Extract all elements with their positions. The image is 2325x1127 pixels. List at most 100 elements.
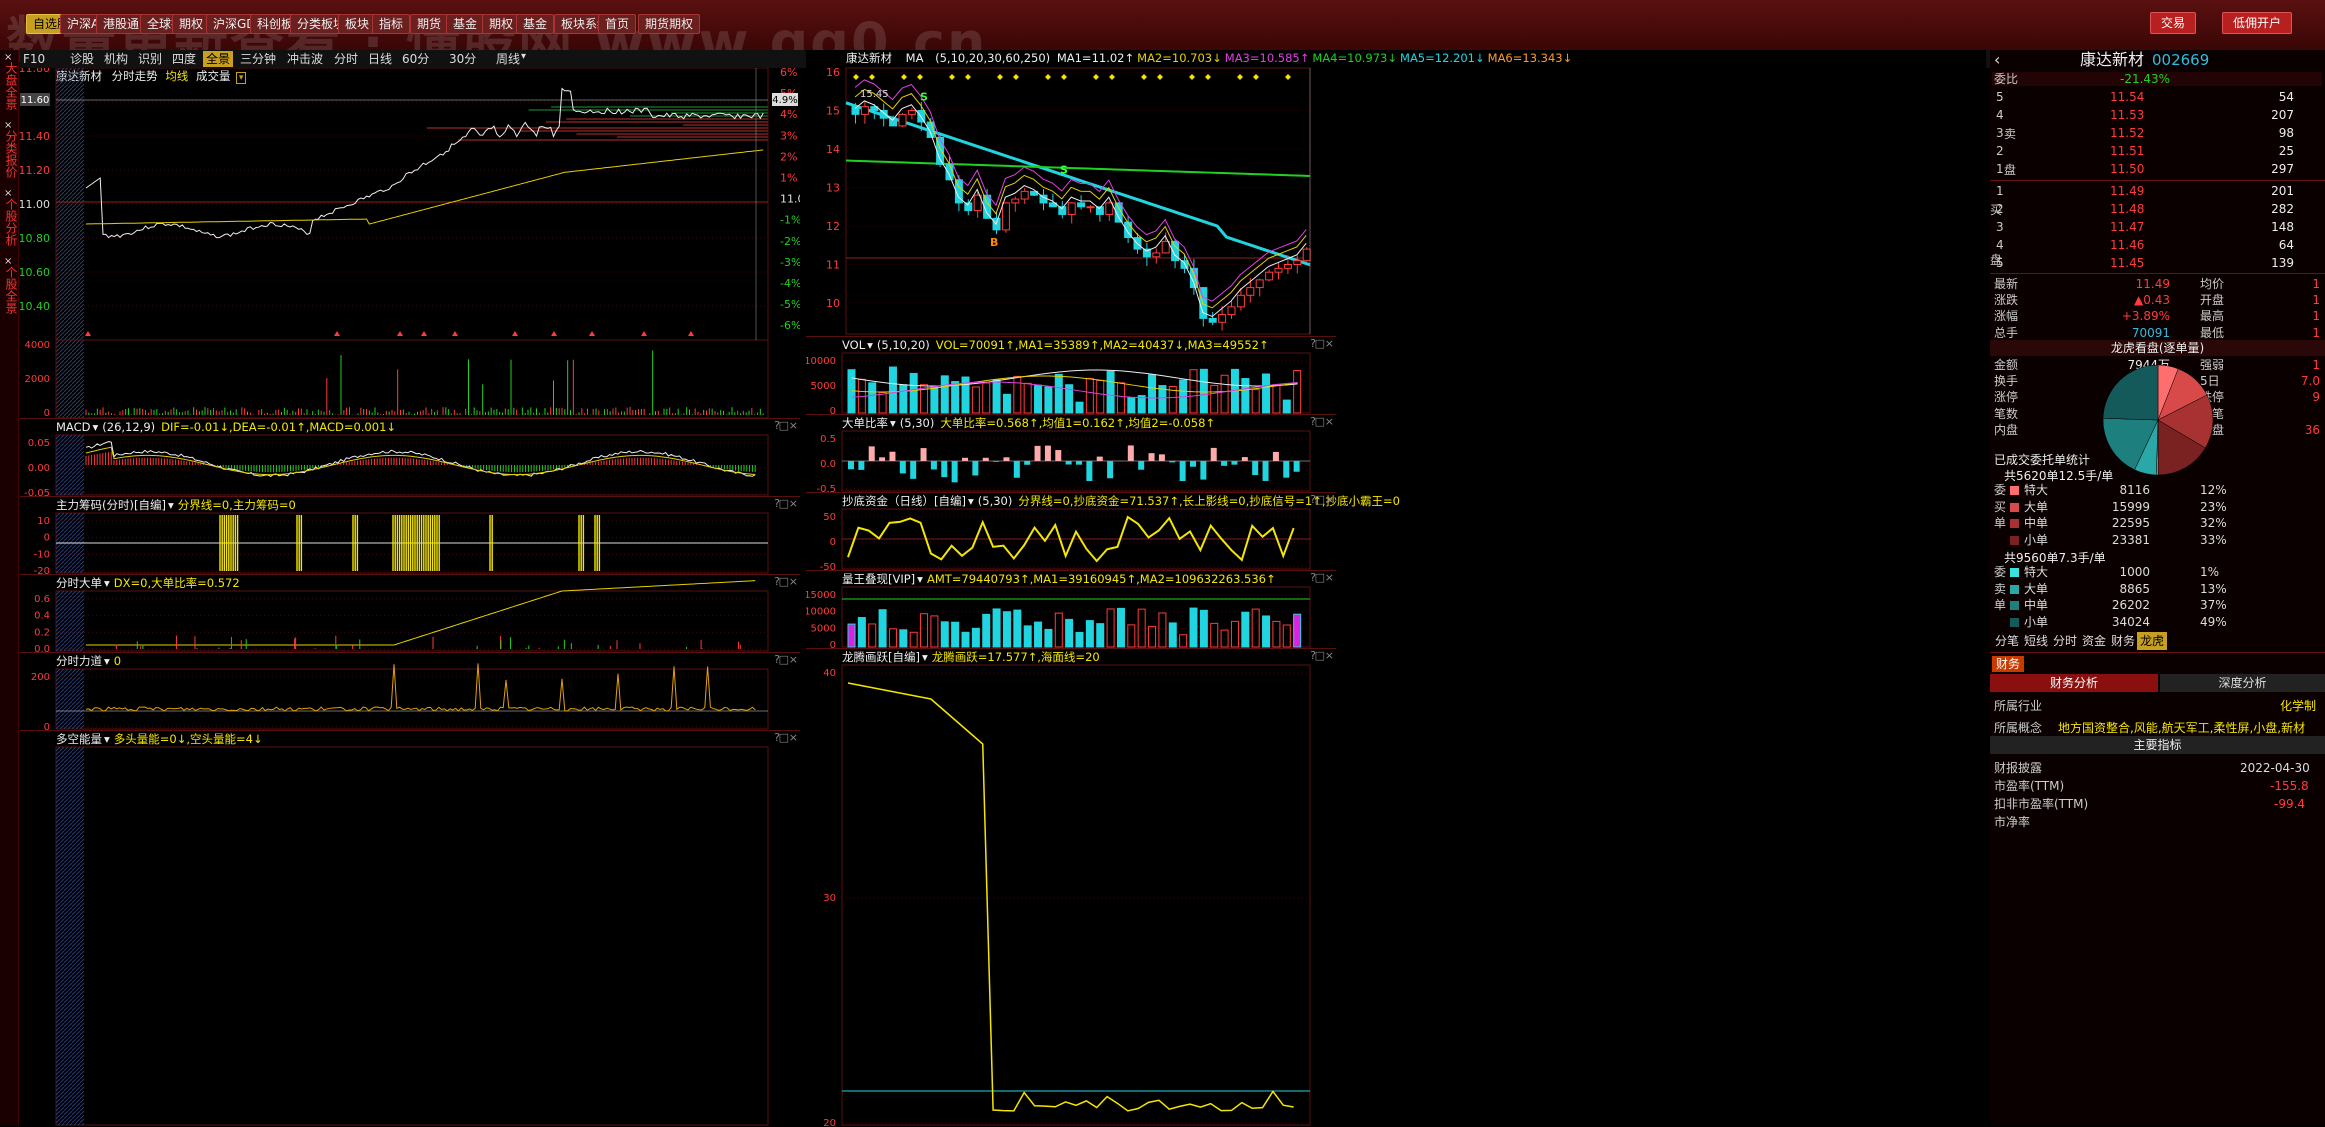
pie-slice	[2103, 365, 2158, 420]
ind_right-panel-3: 量王叠现[VIP]▾AMT=79440793↑,MA1=39160945↑,MA…	[806, 570, 1336, 649]
ask-level: 1	[1996, 160, 2004, 178]
indicator-tick: 0.00	[28, 463, 50, 474]
candle-body	[1002, 203, 1009, 230]
leftnav-item-2[interactable]: 个股分析	[1, 198, 17, 246]
toolbar-button-2[interactable]: 港股通	[96, 14, 146, 34]
toolbar-button-9[interactable]: 指标	[372, 14, 410, 34]
stat-label: 换手	[1994, 373, 2018, 389]
price-tick: 16	[826, 66, 840, 79]
subbar-item-2[interactable]: 机构	[101, 51, 131, 67]
tab-2[interactable]: 分时	[2050, 632, 2080, 650]
ratio-bar	[1024, 461, 1030, 465]
ask-volume: 25	[2260, 142, 2294, 160]
indicator-tick: 10000	[806, 607, 836, 618]
toolbar-button-13[interactable]: 基金	[516, 14, 554, 34]
volume-bar	[1149, 375, 1156, 413]
ratio-bar	[1273, 452, 1279, 461]
legend-swatch	[2010, 536, 2019, 545]
volume-bar	[1242, 379, 1249, 413]
signal-diamond	[901, 74, 907, 80]
subbar-item-12[interactable]: 周线	[493, 51, 523, 67]
sell-group-name: 大单	[2024, 581, 2048, 597]
back-arrow-icon[interactable]: ‹	[1994, 50, 2000, 70]
fin-sub-0[interactable]: 财务分析	[1990, 674, 2158, 692]
bid-volume: 201	[2260, 182, 2294, 200]
toolbar-right-button-1[interactable]: 低佣开户	[2222, 12, 2292, 34]
signal-label: S	[1060, 164, 1068, 177]
stock-code: 002669	[2152, 50, 2209, 70]
signal-diamond	[1157, 74, 1163, 80]
volume-ma-line	[852, 376, 1298, 392]
leftnav-item-0[interactable]: 大盘全景	[1, 62, 17, 110]
bid-price: 11.49	[2110, 182, 2144, 200]
signal-diamond	[1093, 74, 1099, 80]
tab-0[interactable]: 分笔	[1992, 632, 2022, 650]
subbar-item-5[interactable]: 全景	[203, 51, 233, 67]
toolbar-button-11[interactable]: 基金	[446, 14, 484, 34]
toolbar-right-button-0[interactable]: 交易	[2150, 12, 2196, 34]
subbar-item-7[interactable]: 冲击波	[284, 51, 326, 67]
candle-body	[1087, 207, 1094, 208]
ratio-bar	[921, 448, 927, 461]
leftnav-item-3[interactable]: 个股全景	[1, 266, 17, 314]
toolbar-button-8[interactable]: 板块	[338, 14, 376, 34]
subbar-item-8[interactable]: 分时	[331, 51, 361, 67]
subbar-item-9[interactable]: 日线	[365, 51, 395, 67]
fin-tab[interactable]: 财务	[1992, 656, 2024, 672]
volume-bar	[1045, 387, 1052, 413]
tab-4[interactable]: 财务	[2108, 632, 2138, 650]
ind_right-panel-4: 龙腾画跃[自编]▾龙腾画跃=17.577↑,海面线=20?□×403020	[806, 648, 1336, 1127]
subbar-item-0[interactable]: F10	[20, 51, 48, 67]
pe-label: 市盈率(TTM)	[1994, 776, 2064, 796]
depth-bar	[683, 124, 768, 126]
stat-value: ▲0.43	[2090, 292, 2170, 308]
amount-bar	[931, 616, 938, 647]
candle-body	[1275, 268, 1282, 272]
subbar-item-3[interactable]: 识别	[135, 51, 165, 67]
sell-side-char: 单	[1994, 597, 2006, 613]
buy-side-label: 买	[1990, 200, 2002, 220]
amount-bar	[1128, 625, 1135, 647]
subbar-item-6[interactable]: 三分钟	[237, 51, 279, 67]
tab-3[interactable]: 资金	[2079, 632, 2109, 650]
ask-level: 5	[1996, 88, 2004, 106]
signal-label: B	[990, 236, 998, 249]
toolbar-button-10[interactable]: 期货	[410, 14, 448, 34]
leftnav-item-1[interactable]: 分类报价	[1, 130, 17, 178]
signal-marker	[85, 331, 91, 336]
amount-bar	[952, 622, 959, 647]
subbar-item-10[interactable]: 60分	[399, 51, 432, 67]
bid-price: 11.48	[2110, 200, 2144, 218]
price-tick: 10.60	[20, 266, 50, 279]
fin-sub-1[interactable]: 深度分析	[2160, 674, 2325, 692]
subbar-item-11[interactable]: 30分	[446, 51, 479, 67]
amount-bar	[1035, 622, 1042, 647]
toolbar-button-4[interactable]: 期权	[172, 14, 210, 34]
pct-tick: -1%	[780, 214, 800, 227]
indicator-tick: 0.0	[820, 459, 836, 470]
order-pie-chart	[2098, 360, 2218, 480]
tab-1[interactable]: 短线	[2021, 632, 2051, 650]
tab-5[interactable]: 龙虎	[2137, 632, 2167, 650]
toolbar-button-15[interactable]: 首页	[598, 14, 636, 34]
ratio-bar	[1076, 461, 1082, 465]
ind_left-panel-4: 多空能量▾多头量能=0↓,空头量能=4↓?□×	[20, 730, 800, 1127]
toolbar-button-12[interactable]: 期权	[482, 14, 520, 34]
subbar-item-1[interactable]: 诊股	[67, 51, 97, 67]
intraday-volume-panel: 400020000	[20, 340, 800, 418]
ratio-bar	[1242, 457, 1248, 461]
stat-label-2: 开盘	[2200, 292, 2224, 308]
buy-side-char: 买	[1994, 499, 2006, 515]
indicator-frame	[56, 747, 768, 1125]
bid-volume: 139	[2260, 254, 2294, 272]
price-tick: 11	[826, 259, 840, 272]
toolbar-button-16[interactable]: 期货期权	[638, 14, 700, 34]
amount-bar	[889, 629, 896, 647]
subbar-item-4[interactable]: 四度	[169, 51, 199, 67]
chevron-down-icon[interactable]: ▾	[521, 51, 526, 62]
ratio-bar	[1252, 461, 1258, 475]
pe2-label: 扣非市盈率(TTM)	[1994, 794, 2088, 814]
ind_left-panel-3: 分时力道▾0?□×2000	[20, 652, 800, 731]
buy-group-pct: 12%	[2200, 482, 2227, 498]
ratio-bar	[1180, 461, 1186, 481]
